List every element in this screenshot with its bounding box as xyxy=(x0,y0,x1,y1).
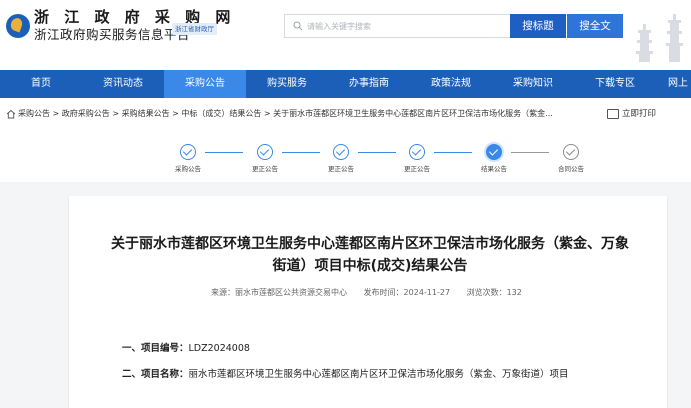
step-correction-3[interactable]: 更正公告 xyxy=(387,132,447,173)
print-label: 立即打印 xyxy=(622,109,657,119)
step-result-notice[interactable]: 结果公告 xyxy=(464,132,524,173)
breadcrumb-path[interactable]: 采购公告 > 政府采购公告 > 采购结果公告 > 中标（成交）结果公告 > 关于… xyxy=(18,108,618,120)
nav-item-news[interactable]: 资讯动态 xyxy=(82,70,164,98)
article-views: 浏览次数：132 xyxy=(466,288,522,297)
step-procurement-notice[interactable]: 采购公告 xyxy=(158,132,218,173)
content-background xyxy=(0,182,68,408)
check-circle-icon xyxy=(257,144,273,160)
article-meta: 来源：丽水市莲都区公共资源交易中心 发布时间：2024-11-27 浏览次数：1… xyxy=(211,288,536,298)
content-background xyxy=(0,182,691,196)
article-source: 来源：丽水市莲都区公共资源交易中心 xyxy=(211,288,347,297)
nav-item-knowledge[interactable]: 采购知识 xyxy=(492,70,574,98)
search-title-button[interactable]: 搜标题 xyxy=(510,14,566,38)
search-icon xyxy=(293,21,303,31)
printer-icon xyxy=(607,109,619,119)
section-project-name: 二、项目名称：丽水市莲都区环境卫生服务中心莲都区南片区环卫保洁市场化服务（紫金、… xyxy=(122,367,642,383)
project-number: LDZ2024008 xyxy=(188,343,250,354)
check-circle-icon xyxy=(180,144,196,160)
pagoda-decoration-icon xyxy=(636,14,683,62)
article-publish-time: 发布时间：2024-11-27 xyxy=(363,288,451,297)
section-label: 二、项目名称： xyxy=(122,369,189,380)
site-subtitle: 浙江政府购买服务信息平台 xyxy=(34,27,191,42)
step-correction-1[interactable]: 更正公告 xyxy=(235,132,295,173)
step-contract-notice[interactable]: 合同公告 xyxy=(541,132,601,173)
nav-item-policy[interactable]: 政策法规 xyxy=(410,70,492,98)
check-circle-icon xyxy=(333,144,349,160)
breadcrumb: 采购公告 > 政府采购公告 > 采购结果公告 > 中标（成交）结果公告 > 关于… xyxy=(0,98,691,130)
search-input[interactable] xyxy=(307,15,507,37)
nav-item-home[interactable]: 首页 xyxy=(0,70,82,98)
content-background xyxy=(668,182,691,408)
section-label: 一、项目编号： xyxy=(122,343,189,354)
check-circle-icon xyxy=(563,144,579,160)
check-circle-icon xyxy=(409,144,425,160)
nav-item-procurement-notice[interactable]: 采购公告 xyxy=(164,70,246,98)
nav-item-guide[interactable]: 办事指南 xyxy=(328,70,410,98)
nav-item-purchase-service[interactable]: 购买服务 xyxy=(246,70,328,98)
search-box xyxy=(284,14,510,38)
site-header: 浙 江 政 府 采 购 网 浙江政府购买服务信息平台 浙江省财政厅 搜标题 搜全… xyxy=(0,0,691,70)
home-icon[interactable] xyxy=(6,109,16,119)
check-circle-icon xyxy=(486,144,502,160)
main-nav: 首页 资讯动态 采购公告 购买服务 办事指南 政策法规 采购知识 下载专区 网上 xyxy=(0,70,691,98)
print-button[interactable]: 立即打印 xyxy=(607,107,657,121)
section-project-number: 一、项目编号：LDZ2024008 xyxy=(122,341,642,357)
site-logo[interactable] xyxy=(6,14,30,38)
nav-item-online[interactable]: 网上 xyxy=(656,70,691,98)
step-correction-2[interactable]: 更正公告 xyxy=(311,132,371,173)
project-name: 丽水市莲都区环境卫生服务中心莲都区南片区环卫保洁市场化服务（紫金、万象街道）项目 xyxy=(188,369,569,380)
search-fulltext-button[interactable]: 搜全文 xyxy=(567,14,623,38)
finance-dept-badge[interactable]: 浙江省财政厅 xyxy=(172,23,217,35)
notice-progress: 采购公告 更正公告 更正公告 更正公告 结果公告 合同公告 xyxy=(0,132,691,182)
article-title: 关于丽水市莲都区环境卫生服务中心莲都区南片区环卫保洁市场化服务（紫金、万象街道）… xyxy=(111,236,629,274)
nav-item-downloads[interactable]: 下载专区 xyxy=(574,70,656,98)
